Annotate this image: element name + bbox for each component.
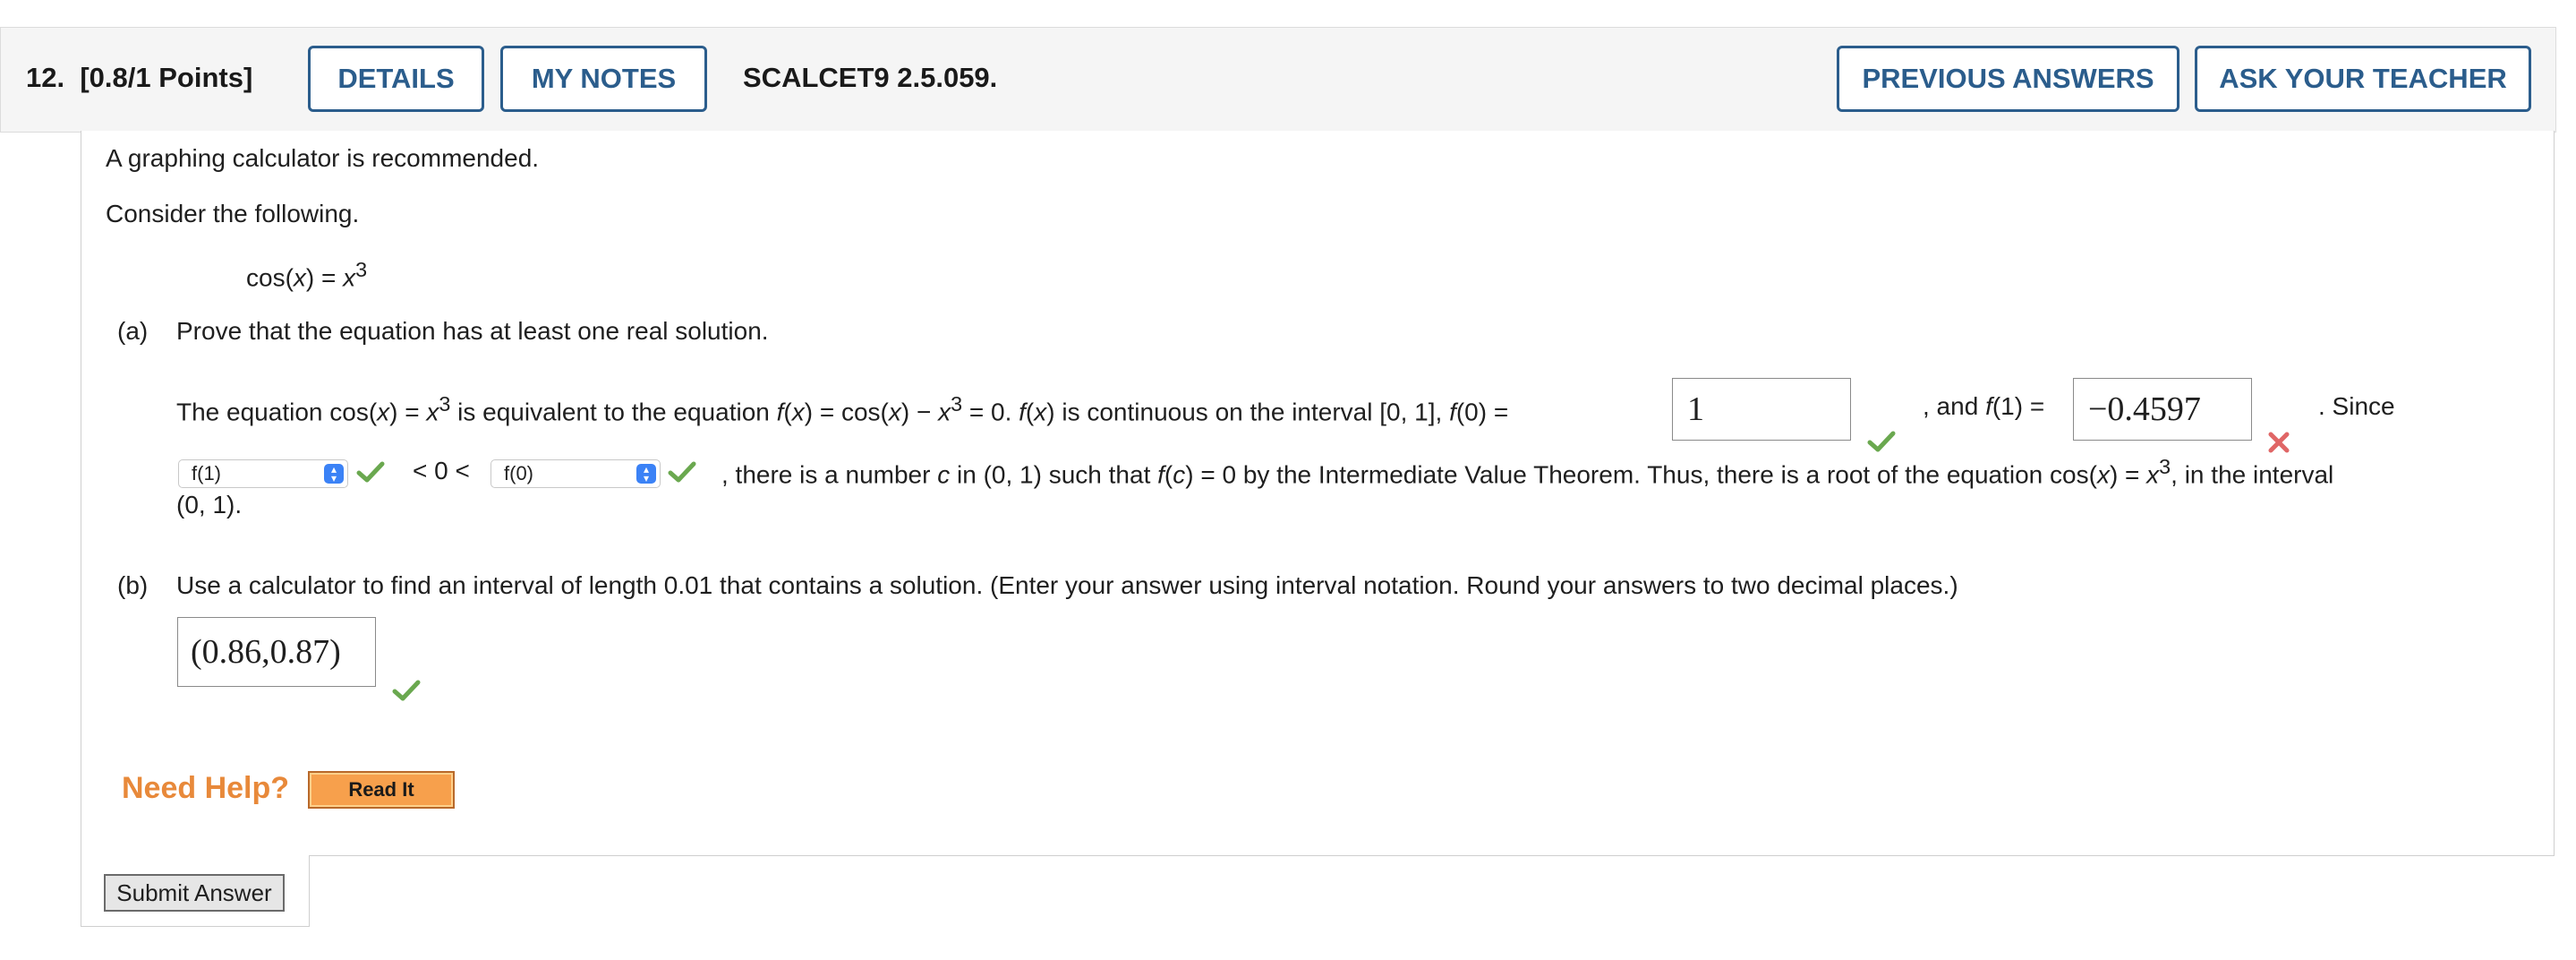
- cross-icon: [2268, 432, 2290, 453]
- consider-text: Consider the following.: [106, 200, 360, 227]
- stmt-seg: x: [791, 398, 805, 426]
- stmt-seg: (: [1025, 398, 1035, 426]
- question-number-text: 12.: [26, 62, 65, 93]
- stmt-seg: ) is continuous on the interval [0, 1],: [1046, 398, 1450, 426]
- stmt-seg: f: [1019, 398, 1026, 426]
- ivt-seg: 3: [2159, 455, 2171, 478]
- my-notes-button[interactable]: MY NOTES: [500, 46, 707, 112]
- ivt-seg: f: [1157, 460, 1164, 489]
- ivt-conclusion: , there is a number c in (0, 1) such tha…: [721, 455, 2333, 489]
- stmt-seg: ) −: [900, 398, 939, 426]
- question-header: 12. [0.8/1 Points] DETAILS MY NOTES SCAL…: [0, 27, 2556, 133]
- need-help-label: Need Help?: [122, 771, 290, 805]
- stmt-seg: (: [783, 398, 792, 426]
- ask-teacher-button[interactable]: ASK YOUR TEACHER: [2195, 46, 2531, 112]
- calculator-note: A graphing calculator is recommended.: [106, 144, 540, 172]
- stmt-seg: x: [888, 398, 901, 426]
- stmt-seg: is equivalent to the equation: [450, 398, 777, 426]
- read-it-button[interactable]: Read It: [308, 771, 455, 809]
- stmt-seg: x: [938, 398, 951, 426]
- part-b-prompt: Use a calculator to find an interval of …: [176, 571, 1958, 599]
- previous-answers-button[interactable]: PREVIOUS ANSWERS: [1837, 46, 2179, 112]
- ivt-seg: , in the interval: [2171, 460, 2334, 489]
- select-f0[interactable]: f(0) ▴ ▾: [490, 459, 661, 488]
- stmt-seg: ) =: [389, 398, 427, 426]
- and-seg: f: [1985, 392, 1992, 420]
- eq-exp: 3: [355, 258, 368, 281]
- ivt-seg: c: [1173, 460, 1186, 489]
- and-seg: (1) =: [1992, 392, 2045, 420]
- submit-tab-joint: [81, 851, 309, 858]
- interval-end-text: (0, 1).: [176, 491, 243, 519]
- question-points: [0.8/1 Points]: [80, 62, 253, 93]
- check-icon: [1867, 431, 1896, 452]
- ivt-seg: in (0, 1) such that: [950, 460, 1158, 489]
- part-b-label: (b): [117, 571, 149, 599]
- eq-lhs: cos(: [246, 263, 294, 292]
- details-button[interactable]: DETAILS: [308, 46, 484, 112]
- inequality-text: < 0 <: [413, 457, 470, 484]
- question-number: 12. [0.8/1 Points]: [26, 62, 252, 94]
- stmt-seg: (0) =: [1455, 398, 1509, 426]
- part-a-prompt: Prove that the equation has at least one…: [176, 317, 769, 345]
- stmt-seg: x: [426, 398, 439, 426]
- stmt-seg: 3: [951, 392, 963, 416]
- ivt-seg: , there is a number: [721, 460, 938, 489]
- since-text: . Since: [2318, 392, 2395, 420]
- interval-answer-field[interactable]: (0.86,0.87): [177, 617, 376, 687]
- ivt-seg: c: [937, 460, 951, 489]
- eq-base: x: [343, 263, 356, 292]
- updown-chevron-icon: ▴ ▾: [636, 464, 656, 484]
- stmt-seg: 3: [439, 392, 451, 416]
- check-icon: [392, 680, 421, 701]
- part-a-statement: The equation cos(x) = x3 is equivalent t…: [176, 392, 1508, 426]
- and-f1-text: , and f(1) =: [1923, 392, 2044, 421]
- submit-answer-button[interactable]: Submit Answer: [104, 874, 285, 912]
- ivt-seg: ) =: [2109, 460, 2147, 489]
- stmt-seg: f: [1449, 398, 1456, 426]
- eq-var: x: [293, 263, 306, 292]
- check-icon: [668, 461, 696, 483]
- stmt-seg: = 0.: [962, 398, 1019, 426]
- problem-reference: SCALCET9 2.5.059.: [743, 62, 998, 93]
- eq-mid: ) =: [305, 263, 344, 292]
- stmt-seg: x: [1034, 398, 1047, 426]
- equation: cos(x) = x3: [246, 258, 367, 292]
- stmt-seg: x: [377, 398, 390, 426]
- f1-answer-field[interactable]: −0.4597: [2073, 378, 2252, 441]
- ivt-seg: (: [1164, 460, 1173, 489]
- select-f0-value: f(0): [504, 462, 533, 484]
- ivt-seg: ) = 0 by the Intermediate Value Theorem.…: [1185, 460, 2097, 489]
- and-seg: , and: [1923, 392, 1986, 420]
- question-content: [81, 131, 2555, 856]
- ivt-seg: x: [2096, 460, 2110, 489]
- updown-chevron-icon: ▴ ▾: [324, 464, 344, 484]
- stmt-seg: ) = cos(: [804, 398, 889, 426]
- select-f1-value: f(1): [192, 462, 221, 484]
- f0-answer-field[interactable]: 1: [1672, 378, 1851, 441]
- select-f1[interactable]: f(1) ▴ ▾: [178, 459, 348, 488]
- stmt-seg: The equation cos(: [176, 398, 378, 426]
- check-icon: [356, 461, 385, 483]
- ivt-seg: x: [2146, 460, 2160, 489]
- part-a-label: (a): [117, 317, 149, 345]
